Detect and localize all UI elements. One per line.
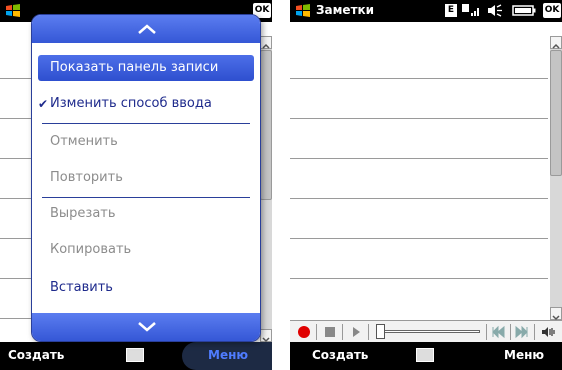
keyboard-icon[interactable]: [126, 348, 144, 362]
scroll-down-arrow[interactable]: [550, 307, 562, 321]
signal-strength-icon[interactable]: [462, 3, 482, 18]
toolbar-separator: [316, 324, 317, 340]
checkmark-icon: ✔: [38, 97, 49, 111]
toolbar-separator: [486, 324, 487, 340]
speaker-icon[interactable]: [486, 3, 504, 18]
title-bar: Заметки E OK: [290, 0, 562, 22]
ok-button[interactable]: OK: [543, 3, 561, 18]
ruled-line: [290, 238, 548, 239]
scroll-thumb[interactable]: [260, 50, 272, 200]
chevron-down-icon: [138, 322, 156, 332]
network-type-badge: E: [445, 4, 457, 17]
menu-item-redo[interactable]: Повторить: [32, 165, 260, 191]
menu-scroll-up[interactable]: [32, 15, 260, 43]
ruled-line: [290, 158, 548, 159]
playback-slider-thumb[interactable]: [376, 324, 385, 339]
menu-item-copy[interactable]: Копировать: [32, 237, 260, 263]
playback-track[interactable]: [382, 330, 480, 333]
left-screen: OK Создать Меню Показать панель записи ✔: [0, 0, 272, 370]
softkey-menu[interactable]: Меню: [504, 348, 544, 362]
battery-icon[interactable]: [512, 5, 536, 16]
menu-item-label: Изменить способ ввода: [50, 96, 212, 111]
next-track-icon[interactable]: [514, 324, 530, 340]
scroll-up-arrow[interactable]: [260, 36, 272, 49]
ruled-line: [290, 118, 548, 119]
volume-icon[interactable]: [540, 324, 556, 340]
menu-item-change-input[interactable]: ✔ Изменить способ ввода: [32, 91, 260, 117]
previous-track-icon[interactable]: [490, 324, 506, 340]
menu-scroll-down[interactable]: [32, 313, 260, 341]
ruled-line: [290, 278, 548, 279]
toolbar-separator: [510, 324, 511, 340]
softkey-bar: Создать Меню: [290, 342, 562, 370]
record-icon[interactable]: [296, 324, 312, 340]
menu-item-cut[interactable]: Вырезать: [32, 201, 260, 227]
context-menu: Показать панель записи ✔ Изменить способ…: [31, 14, 261, 342]
softkey-create[interactable]: Создать: [312, 348, 368, 362]
scroll-up-arrow[interactable]: [550, 36, 562, 49]
windows-start-icon[interactable]: [5, 3, 21, 18]
menu-item-undo[interactable]: Отменить: [32, 129, 260, 155]
toolbar-separator: [534, 324, 535, 340]
app-title: Заметки: [316, 3, 375, 17]
toolbar-separator: [368, 324, 369, 340]
right-screen: Заметки E OK Создать Меню: [290, 0, 562, 370]
keyboard-icon[interactable]: [416, 348, 434, 362]
menu-item-show-recorder[interactable]: Показать панель записи: [38, 55, 254, 81]
scroll-down-arrow[interactable]: [260, 329, 272, 343]
windows-start-icon[interactable]: [295, 3, 311, 18]
softkey-create[interactable]: Создать: [8, 348, 64, 362]
softkey-bar: Создать Меню: [0, 342, 272, 370]
scrollbar[interactable]: [260, 36, 272, 343]
chevron-up-icon: [138, 24, 156, 34]
notepad-area[interactable]: [290, 22, 562, 342]
play-icon[interactable]: [348, 324, 364, 340]
menu-separator: [42, 197, 250, 198]
scrollbar[interactable]: [550, 36, 562, 321]
menu-separator: [42, 123, 250, 124]
softkey-menu[interactable]: Меню: [208, 348, 248, 362]
ruled-line: [290, 198, 548, 199]
toolbar-separator: [342, 324, 343, 340]
menu-item-paste[interactable]: Вставить: [32, 275, 260, 301]
recorder-bar: [290, 320, 562, 342]
scroll-thumb[interactable]: [550, 50, 562, 176]
stop-icon[interactable]: [322, 324, 338, 340]
ruled-line: [290, 78, 548, 79]
